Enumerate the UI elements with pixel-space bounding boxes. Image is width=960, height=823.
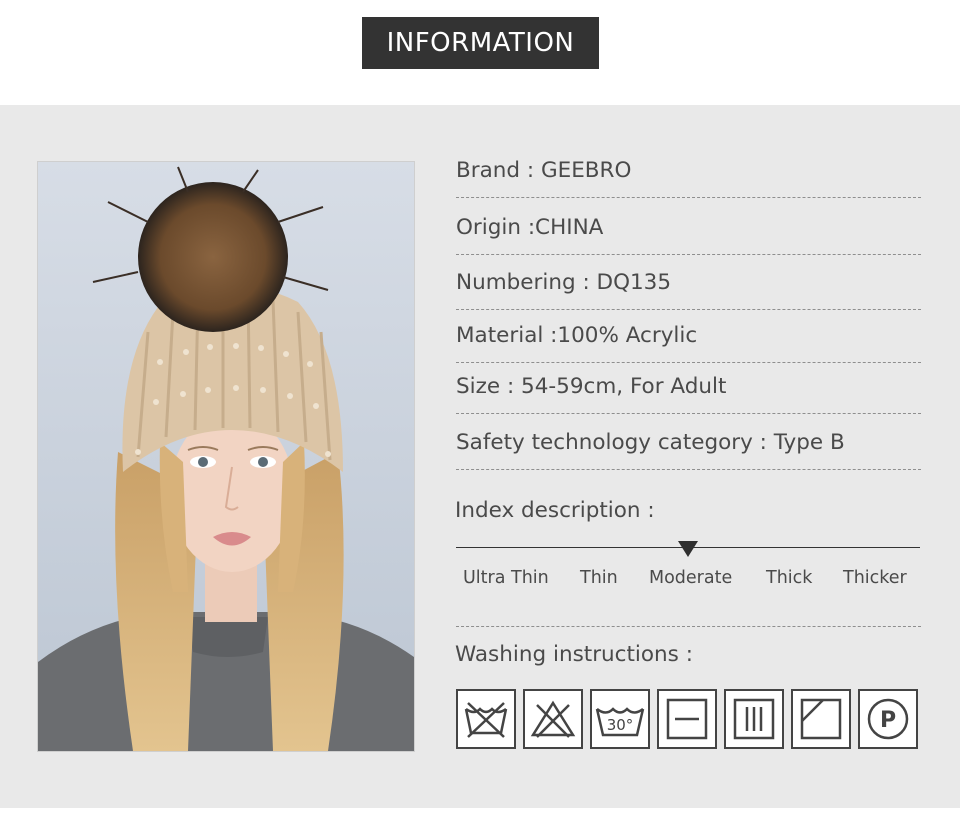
- thickness-marker-icon: [678, 541, 698, 557]
- page-title: INFORMATION: [386, 28, 575, 58]
- dry-flat-icon: [657, 689, 717, 749]
- spec-row-safety: Safety technology category : Type B: [456, 416, 921, 470]
- spec-material: Material :100% Acrylic: [456, 323, 698, 348]
- spec-numbering: Numbering : DQ135: [456, 270, 672, 295]
- divider: [456, 626, 921, 627]
- drip-dry-icon: [724, 689, 784, 749]
- thickness-label-thin: Thin: [580, 568, 618, 588]
- washing-icons: 30° P: [456, 689, 923, 753]
- spec-row-brand: Brand : GEEBRO: [456, 144, 921, 198]
- wash-temperature: 30°: [607, 716, 634, 734]
- spec-brand: Brand : GEEBRO: [456, 158, 632, 183]
- spec-row-size: Size : 54-59cm, For Adult: [456, 360, 921, 414]
- index-title: Index description :: [455, 498, 655, 523]
- wash-30-icon: 30°: [590, 689, 650, 749]
- product-photo: [37, 161, 415, 752]
- spec-size: Size : 54-59cm, For Adult: [456, 374, 727, 399]
- thickness-label-thicker: Thicker: [843, 568, 907, 588]
- washing-title: Washing instructions :: [455, 642, 693, 667]
- thickness-label-moderate: Moderate: [649, 568, 733, 588]
- product-photo-illustration: [38, 162, 414, 751]
- thickness-scale-labels: Ultra Thin Thin Moderate Thick Thicker: [456, 568, 920, 592]
- dry-in-shade-icon: [791, 689, 851, 749]
- spec-origin: Origin :CHINA: [456, 215, 604, 240]
- thickness-label-ultra-thin: Ultra Thin: [463, 568, 549, 588]
- spec-row-material: Material :100% Acrylic: [456, 309, 921, 363]
- spec-row-numbering: Numbering : DQ135: [456, 256, 921, 310]
- spec-safety: Safety technology category : Type B: [456, 430, 845, 455]
- no-bleach-icon: [523, 689, 583, 749]
- thickness-label-thick: Thick: [766, 568, 813, 588]
- page-title-badge: INFORMATION: [362, 17, 599, 69]
- svg-text:P: P: [880, 708, 896, 733]
- no-wash-icon: [456, 689, 516, 749]
- professional-dry-clean-icon: P: [858, 689, 918, 749]
- spec-row-origin: Origin :CHINA: [456, 201, 921, 255]
